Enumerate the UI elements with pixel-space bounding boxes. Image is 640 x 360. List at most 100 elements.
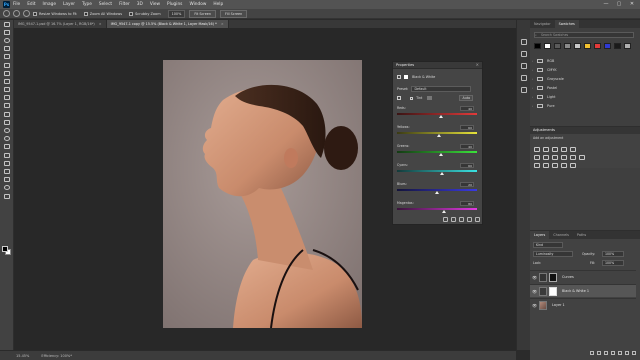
slider-value-field[interactable]: 60 (460, 162, 474, 168)
frame-tool-icon[interactable] (0, 61, 14, 69)
exposure-icon[interactable] (561, 147, 567, 152)
slider-track[interactable] (397, 208, 477, 210)
brightness-contrast-icon[interactable] (534, 147, 540, 152)
swatch-chip[interactable] (594, 43, 601, 49)
fill-field[interactable]: 100% (602, 260, 624, 266)
new-group-icon[interactable] (618, 351, 622, 355)
menu-view[interactable]: View (150, 2, 160, 7)
doc-tab-1[interactable]: IMG_9547-1.psd @ 16.7% (Layer 1, RGB/16*… (14, 20, 107, 28)
slider-track[interactable] (397, 170, 477, 172)
doc-tab-2[interactable]: IMG_9547-1 copy @ 15.5% (Black & White 1… (106, 20, 229, 28)
minimize-button[interactable]: — (600, 0, 612, 9)
type-tool-icon[interactable] (0, 151, 14, 159)
slider-thumb[interactable] (442, 210, 447, 213)
layer-row-curves[interactable]: 👁 Curves (530, 270, 636, 283)
slider-value-field[interactable]: 60 (460, 124, 474, 130)
color-balance-icon[interactable] (543, 155, 549, 160)
slider-value-field[interactable]: 20 (460, 181, 474, 187)
brush-panel-icon[interactable] (517, 48, 531, 60)
paragraph-panel-icon[interactable] (517, 72, 531, 84)
scrubby-zoom-checkbox[interactable] (129, 11, 134, 16)
tab-channels[interactable]: Channels (549, 231, 573, 239)
maximize-button[interactable]: ▢ (613, 0, 625, 9)
blend-mode-dropdown[interactable]: Luminosity (533, 251, 573, 257)
gradient-map-icon[interactable] (561, 163, 567, 168)
channel-mixer-icon[interactable] (570, 155, 576, 160)
fit-screen-button[interactable]: Fit Screen (189, 9, 217, 18)
swatch-folder-cmyk[interactable]: › CMYK (532, 65, 636, 74)
history-panel-icon[interactable] (517, 36, 531, 48)
slider-value-field[interactable]: 40 (460, 105, 474, 111)
close-tab-icon[interactable]: × (99, 22, 102, 26)
menu-window[interactable]: Window (189, 2, 206, 7)
menu-help[interactable]: Help (213, 2, 223, 7)
eraser-tool-icon[interactable] (0, 110, 14, 118)
quick-selection-tool-icon[interactable] (0, 45, 14, 53)
menu-layer[interactable]: Layer (63, 2, 75, 7)
visibility-eye-icon[interactable]: 👁 (530, 275, 539, 280)
blur-tool-icon[interactable] (0, 126, 14, 134)
trash-icon[interactable] (632, 351, 636, 355)
zoom-tool-icon[interactable] (0, 184, 14, 192)
visibility-eye-icon[interactable]: 👁 (530, 289, 539, 294)
photo-filter-icon[interactable] (561, 155, 567, 160)
tint-checkbox[interactable] (410, 96, 414, 100)
dodge-tool-icon[interactable] (0, 135, 14, 143)
slider-track[interactable] (397, 151, 477, 153)
black-white-icon[interactable] (552, 155, 558, 160)
zoom-tool-icon[interactable] (3, 10, 10, 17)
color-lookup-icon[interactable] (579, 155, 585, 160)
crop-tool-icon[interactable] (0, 53, 14, 61)
opacity-field[interactable]: 100% (602, 251, 624, 257)
hand-tool-icon[interactable] (0, 176, 14, 184)
marquee-tool-icon[interactable] (0, 28, 14, 36)
swatch-folder-grayscale[interactable]: › Grayscale (532, 74, 636, 83)
target-adjust-icon[interactable] (397, 96, 401, 100)
menu-plugins[interactable]: Plugins (167, 2, 182, 7)
swatch-chip[interactable] (624, 43, 631, 49)
layer-row-layer-1[interactable]: 👁 Layer 1 (530, 298, 636, 311)
menu-filter[interactable]: Filter (119, 2, 130, 7)
zoom-in-icon[interactable] (13, 10, 20, 17)
swatch-chip[interactable] (614, 43, 621, 49)
healing-brush-tool-icon[interactable] (0, 77, 14, 85)
swatch-folder-light[interactable]: › Light (532, 92, 636, 101)
selective-color-icon[interactable] (570, 163, 576, 168)
rectangle-tool-icon[interactable] (0, 167, 14, 175)
levels-icon[interactable] (543, 147, 549, 152)
close-tab-icon[interactable]: × (221, 22, 224, 26)
menu-3d[interactable]: 3D (137, 2, 143, 7)
menu-type[interactable]: Type (82, 2, 92, 7)
swatch-chip[interactable] (604, 43, 611, 49)
swatch-chip[interactable] (574, 43, 581, 49)
path-selection-tool-icon[interactable] (0, 159, 14, 167)
document-info[interactable]: Efficiency: 100%* (41, 354, 72, 358)
swatch-chip[interactable] (544, 43, 551, 49)
hue-saturation-icon[interactable] (534, 155, 540, 160)
swatch-chip[interactable] (584, 43, 591, 49)
clone-stamp-tool-icon[interactable] (0, 94, 14, 102)
slider-thumb[interactable] (437, 134, 442, 137)
menu-image[interactable]: Image (43, 2, 56, 7)
view-previous-icon[interactable] (451, 217, 456, 222)
visibility-icon[interactable] (467, 217, 472, 222)
auto-button[interactable]: Auto (459, 95, 474, 101)
history-brush-tool-icon[interactable] (0, 102, 14, 110)
reset-icon[interactable] (459, 217, 464, 222)
color-swatches[interactable] (2, 246, 12, 256)
swatch-chip[interactable] (534, 43, 541, 49)
layer-row-black-white[interactable]: 👁 Black & White 1 (530, 284, 636, 297)
visibility-eye-icon[interactable]: 👁 (530, 303, 539, 308)
swatch-folder-pastel[interactable]: › Pastel (532, 83, 636, 92)
document-canvas[interactable] (163, 60, 362, 328)
swatches-search-input[interactable]: Search Swatches (534, 32, 634, 38)
eyedropper-tool-icon[interactable] (0, 69, 14, 77)
slider-thumb[interactable] (439, 172, 444, 175)
threshold-icon[interactable] (552, 163, 558, 168)
properties-panel-icon[interactable] (517, 84, 531, 96)
properties-title-bar[interactable]: Properties (393, 62, 482, 69)
preset-dropdown[interactable]: Default (411, 86, 472, 92)
new-layer-icon[interactable] (625, 351, 629, 355)
gradient-tool-icon[interactable] (0, 118, 14, 126)
tab-navigator[interactable]: Navigator (530, 20, 555, 28)
